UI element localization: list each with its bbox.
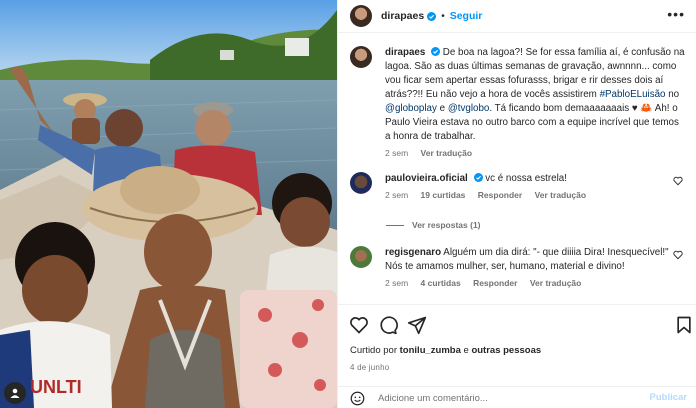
like-heart-icon[interactable] — [349, 315, 369, 335]
caption-time[interactable]: 2 sem — [385, 148, 408, 158]
replies-divider — [386, 224, 404, 226]
comments-list[interactable]: dirapaes De boa na lagoa?! Se for essa f… — [338, 34, 696, 304]
reply-button[interactable]: Responder — [473, 278, 517, 288]
like-comment-heart-icon[interactable] — [673, 250, 683, 260]
post-photo[interactable]: UNLTI — [0, 0, 337, 408]
comment-item: regisgenaro Alguém um dia dirá: "- que d… — [350, 246, 685, 288]
liked-by-prefix: Curtido por — [350, 345, 397, 356]
comment-time[interactable]: 2 sem — [385, 278, 408, 288]
caption: dirapaes De boa na lagoa?! Se for essa f… — [350, 46, 685, 158]
liked-by-connector: e — [463, 345, 469, 356]
comment-item: paulovieira.oficial vc é nossa estrela! … — [350, 172, 685, 200]
caption-username[interactable]: dirapaes — [385, 47, 425, 58]
mention-globoplay[interactable]: @globoplay — [385, 103, 437, 114]
post-username[interactable]: dirapaes — [381, 10, 424, 22]
comment-likes[interactable]: 4 curtidas — [421, 278, 461, 288]
comment-meta: 2 sem 4 curtidas Responder Ver tradução — [385, 278, 685, 288]
post-actions: Curtido por tonilu_zumba e outras pessoa… — [338, 304, 696, 390]
comment-icon[interactable] — [378, 315, 398, 335]
translate-link[interactable]: Ver tradução — [530, 278, 582, 288]
view-replies-button[interactable]: Ver respostas (1) — [386, 220, 481, 230]
view-replies-label: Ver respostas (1) — [412, 220, 481, 230]
post-date[interactable]: 4 de junho — [350, 363, 389, 372]
shirt-text: UNLTI — [30, 377, 82, 397]
caption-connector: e — [439, 103, 446, 114]
caption-connector: no — [668, 89, 680, 100]
post-header: dirapaes • Seguir ••• — [338, 0, 696, 33]
add-comment-bar: Publicar — [338, 386, 696, 408]
comment-time[interactable]: 2 sem — [385, 190, 408, 200]
save-bookmark-icon[interactable] — [674, 315, 694, 335]
like-comment-heart-icon[interactable] — [673, 176, 683, 186]
share-icon[interactable] — [407, 315, 427, 335]
verified-badge-icon — [427, 11, 437, 21]
caption-text: dirapaes De boa na lagoa?! Se for essa f… — [385, 46, 685, 144]
verified-badge-icon — [473, 173, 483, 182]
user-tags-icon[interactable] — [4, 382, 26, 404]
publish-button[interactable]: Publicar — [650, 392, 688, 403]
more-options-icon[interactable]: ••• — [667, 7, 685, 21]
comment-meta: 2 sem 19 curtidas Responder Ver tradução — [385, 190, 685, 200]
comment-username[interactable]: regisgenaro — [385, 247, 441, 258]
mention-tvglobo[interactable]: @tvglobo — [448, 103, 490, 114]
liked-by-user[interactable]: tonilu_zumba — [400, 345, 461, 356]
liked-by-others[interactable]: outras pessoas — [471, 345, 541, 356]
verified-badge-icon — [431, 47, 441, 56]
emoji-icon[interactable] — [350, 391, 365, 406]
translate-link[interactable]: Ver tradução — [535, 190, 587, 200]
hashtag-link[interactable]: #PabloELuisão — [600, 89, 666, 100]
separator-dot: • — [441, 10, 445, 22]
avatar[interactable] — [350, 5, 372, 27]
liked-by: Curtido por tonilu_zumba e outras pessoa… — [350, 345, 541, 356]
post-side-panel: dirapaes • Seguir ••• dirapaes De boa na… — [337, 0, 696, 408]
comment-avatar[interactable] — [350, 172, 372, 194]
comment-body: vc é nossa estrela! — [485, 173, 567, 184]
comment-username[interactable]: paulovieira.oficial — [385, 173, 468, 184]
comment-text: paulovieira.oficial vc é nossa estrela! — [385, 172, 685, 186]
translate-link[interactable]: Ver tradução — [421, 148, 473, 158]
follow-button[interactable]: Seguir — [450, 10, 483, 22]
comment-text: regisgenaro Alguém um dia dirá: "- que d… — [385, 246, 685, 274]
reply-button[interactable]: Responder — [478, 190, 522, 200]
comment-avatar[interactable] — [350, 246, 372, 268]
boat-family-photo: UNLTI — [0, 0, 337, 408]
caption-meta: 2 sem Ver tradução — [385, 148, 685, 158]
comment-input[interactable] — [378, 390, 638, 406]
comment-likes[interactable]: 19 curtidas — [421, 190, 466, 200]
caption-avatar[interactable] — [350, 46, 372, 68]
